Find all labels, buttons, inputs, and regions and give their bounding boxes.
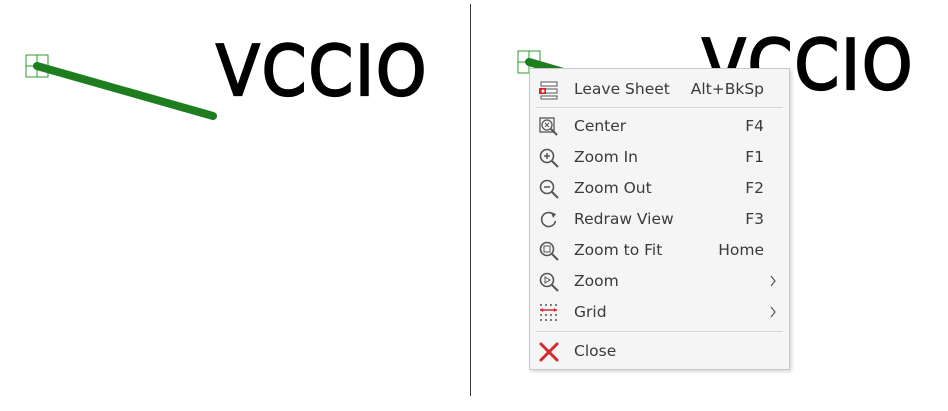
menu-item-label: Center bbox=[574, 117, 627, 135]
schematic-canvas-left[interactable]: VCCIO bbox=[0, 0, 470, 411]
menu-separator bbox=[536, 107, 783, 108]
menu-item-label: Zoom to Fit bbox=[574, 241, 663, 259]
zoom-icon bbox=[539, 272, 559, 292]
menu-item-label: Leave Sheet bbox=[574, 80, 670, 98]
menu-item-label: Close bbox=[574, 342, 617, 360]
menu-item-label: Zoom bbox=[574, 272, 619, 290]
zoom-out-icon bbox=[539, 179, 559, 199]
center-icon bbox=[539, 117, 558, 136]
schematic-canvas-right[interactable]: VCCIO Leave Sheet Alt+BkSp Center F4 Zoo… bbox=[474, 0, 948, 411]
leave-sheet-icon bbox=[539, 81, 558, 100]
menu-item-shortcut: F4 bbox=[745, 117, 764, 135]
menu-item-shortcut: F3 bbox=[745, 210, 764, 228]
redraw-icon bbox=[540, 211, 557, 228]
menu-item-shortcut: F2 bbox=[745, 179, 764, 197]
menu-item-label: Redraw View bbox=[574, 210, 674, 228]
menu-item-label: Zoom In bbox=[574, 148, 639, 166]
menu-item-close[interactable]: Close bbox=[530, 336, 789, 366]
chevron-right-icon bbox=[770, 306, 776, 318]
menu-item-zoom-to-fit[interactable]: Zoom to Fit Home bbox=[530, 235, 789, 265]
chevron-right-icon bbox=[770, 275, 776, 287]
wire[interactable] bbox=[33, 62, 217, 120]
menu-item-leave-sheet[interactable]: Leave Sheet Alt+BkSp bbox=[530, 74, 789, 104]
menu-item-label: Zoom Out bbox=[574, 179, 652, 197]
zoom-to-fit-icon bbox=[539, 241, 559, 261]
net-label[interactable]: VCCIO bbox=[215, 37, 428, 108]
menu-item-zoom-out[interactable]: Zoom Out F2 bbox=[530, 173, 789, 203]
menu-item-shortcut: Alt+BkSp bbox=[690, 80, 764, 98]
menu-item-redraw-view[interactable]: Redraw View F3 bbox=[530, 204, 789, 234]
menu-item-center[interactable]: Center F4 bbox=[530, 111, 789, 141]
pane-divider bbox=[470, 4, 471, 396]
grid-icon bbox=[540, 304, 557, 321]
menu-item-zoom-in[interactable]: Zoom In F1 bbox=[530, 142, 789, 172]
close-icon bbox=[539, 342, 559, 362]
menu-item-grid[interactable]: Grid bbox=[530, 297, 789, 327]
menu-item-shortcut: Home bbox=[718, 241, 764, 259]
menu-item-label: Grid bbox=[574, 303, 607, 321]
menu-separator bbox=[536, 331, 783, 332]
menu-item-shortcut: F1 bbox=[745, 148, 764, 166]
menu-item-zoom[interactable]: Zoom bbox=[530, 266, 789, 296]
zoom-in-icon bbox=[539, 148, 559, 168]
context-menu: Leave Sheet Alt+BkSp Center F4 Zoom In F… bbox=[529, 68, 790, 370]
